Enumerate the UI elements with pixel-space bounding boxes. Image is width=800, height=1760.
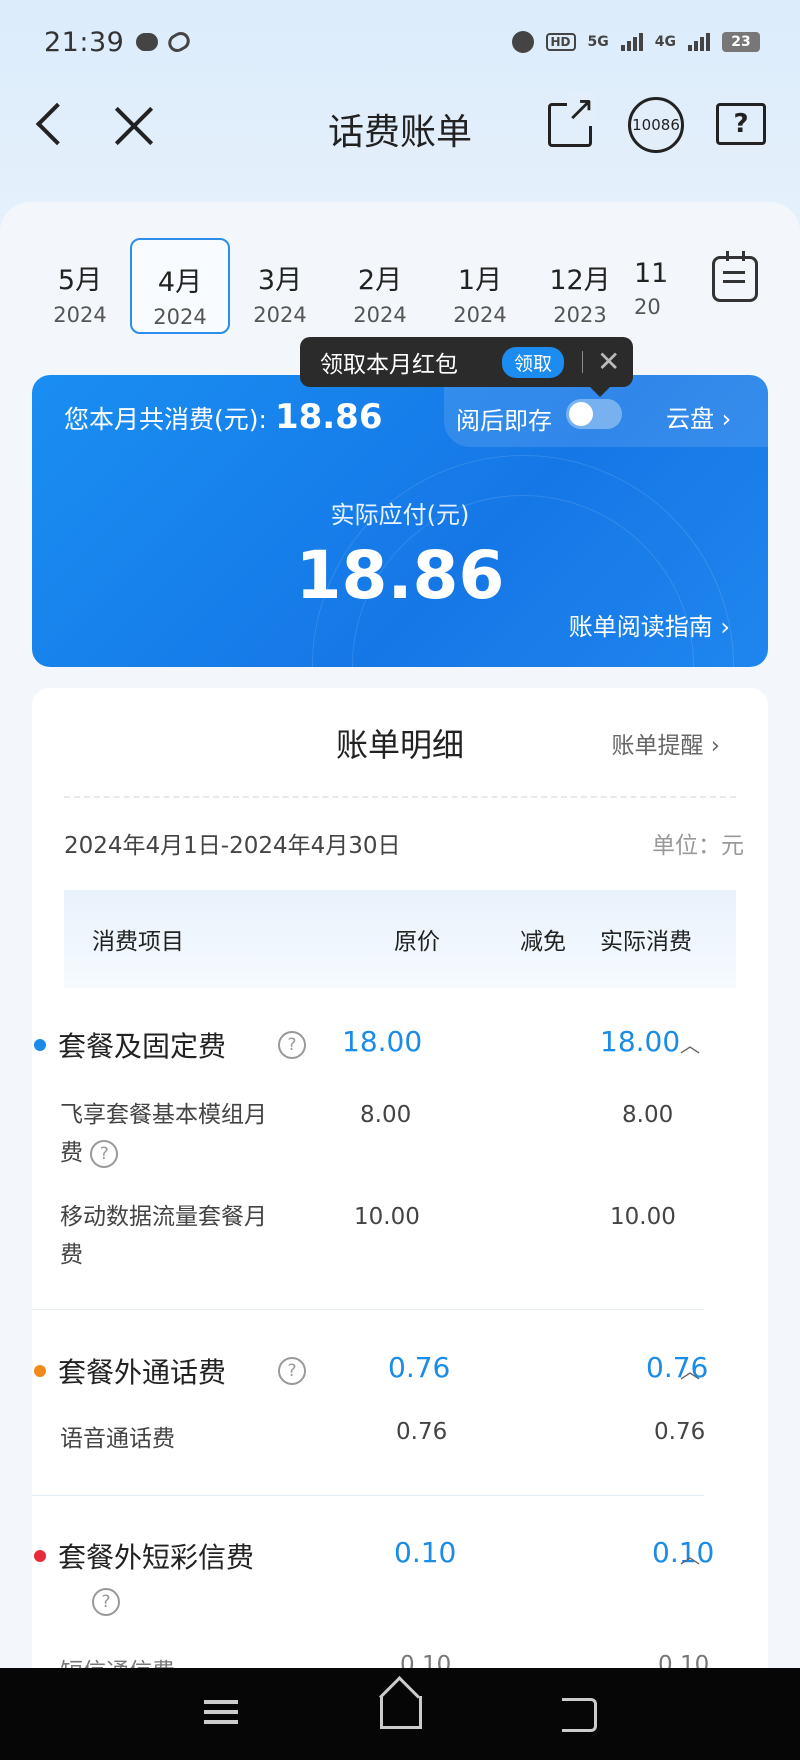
network-5g-label: 5G (587, 34, 609, 50)
share-icon[interactable] (548, 92, 595, 147)
chevron-up-icon[interactable]: ︿ (680, 1540, 700, 1569)
year-label: 2024 (453, 303, 507, 327)
bill-summary-card: 您本月共消费(元): 18.86 阅后即存 云盘 › 实际应付(元) 18.86 … (32, 375, 768, 667)
help-icon[interactable]: ? (278, 1357, 306, 1385)
message-icon (136, 33, 159, 51)
network-4g-label: 4G (654, 34, 676, 50)
help-icon[interactable]: ? (278, 1031, 306, 1059)
category-name: 套餐外通话费 (58, 1356, 227, 1389)
category-dot (34, 1365, 46, 1377)
help-icon[interactable]: ? (90, 1139, 119, 1168)
month-selector: 5月 2024 4月 2024 3月 2024 2月 2024 1月 2024 12月 20… (30, 238, 690, 338)
system-nav-bar (0, 1668, 800, 1760)
year-label: 2024 (253, 303, 307, 327)
help-icon[interactable]: ? (716, 103, 766, 145)
currency-unit: 单位：元 (652, 833, 744, 859)
month-tab[interactable]: 5月 2024 (30, 238, 130, 334)
item-name: 语音通话费 (60, 1426, 175, 1452)
category-row[interactable]: 套餐外短彩信费 0.10 0.10 ︿ (32, 1536, 714, 1576)
category-name: 套餐外短彩信费 (58, 1541, 255, 1574)
category-name: 套餐及固定费 (58, 1030, 227, 1063)
item-original: 10.00 (354, 1204, 420, 1230)
status-time: 21:39 (44, 26, 125, 58)
top-nav: 话费账单 10086 ? (0, 92, 800, 155)
total-value: 18.86 (274, 397, 383, 437)
billing-period: 2024年4月1日-2024年4月30日 (64, 833, 401, 859)
year-label: 2024 (153, 305, 207, 329)
item-original: 0.76 (396, 1419, 448, 1445)
category-dot (34, 1550, 46, 1562)
divider (32, 1309, 704, 1310)
month-label: 2月 (357, 265, 403, 296)
item-actual: 8.00 (622, 1102, 674, 1128)
red-packet-tooltip: 领取本月红包 领取 ✕ (300, 337, 633, 397)
year-label: 2024 (353, 303, 407, 327)
chevron-up-icon[interactable]: ︿ (680, 1029, 700, 1058)
link-icon (165, 28, 194, 56)
read-and-save-toggle[interactable] (566, 399, 622, 429)
divider (64, 796, 736, 798)
help-icon[interactable]: ? (92, 1588, 120, 1616)
battery-icon: 23 (722, 32, 760, 52)
category-actual: 18.00 (600, 1025, 681, 1058)
bill-guide-link[interactable]: 账单阅读指南 › (569, 607, 730, 642)
category-row[interactable]: 套餐及固定费 ? 18.00 18.00 ︿ (32, 1025, 704, 1065)
month-label: 3月 (257, 265, 303, 296)
item-actual: 10.00 (610, 1204, 676, 1230)
alarm-icon (511, 31, 534, 53)
year-label: 2023 (553, 303, 607, 327)
total-label: 您本月共消费(元): (64, 405, 267, 434)
month-tab[interactable]: 1月 2024 (430, 238, 530, 334)
amount-due-value: 18.86 (295, 537, 505, 614)
month-tab[interactable]: 12月 2023 (530, 238, 630, 334)
month-label: 1月 (457, 265, 503, 296)
divider (32, 1495, 704, 1496)
hd-icon: HD (545, 33, 576, 51)
table-header: 消费项目 原价 减免 实际消费 (64, 890, 736, 988)
signal-icon (620, 33, 643, 51)
signal-icon (688, 33, 710, 51)
month-label: 4月 (157, 267, 203, 298)
category-original: 0.10 (394, 1536, 457, 1569)
calendar-icon[interactable] (712, 251, 758, 302)
amount-due-label: 实际应付(元) (330, 501, 470, 529)
customer-service-icon[interactable]: 10086 (628, 97, 684, 153)
item-name: 飞享套餐基本模组月费 ? (60, 1102, 267, 1168)
month-label: 12月 (549, 265, 611, 296)
category-original: 18.00 (342, 1025, 423, 1058)
column-header-item: 消费项目 (92, 929, 184, 955)
month-label: 5月 (57, 265, 103, 296)
category-original: 0.76 (388, 1351, 451, 1384)
menu-icon[interactable] (204, 1700, 238, 1704)
cloud-drive-link[interactable]: 云盘 › (666, 399, 731, 434)
column-header-discount: 减免 (520, 929, 566, 955)
month-fade (660, 238, 700, 338)
item-name: 移动数据流量套餐月费 (60, 1204, 267, 1268)
category-dot (34, 1039, 46, 1051)
home-icon[interactable] (380, 1696, 422, 1729)
divider (582, 351, 584, 373)
month-tab-selected[interactable]: 4月 2024 (130, 238, 230, 334)
read-and-save-label: 阅后即存 (456, 407, 552, 435)
back-icon[interactable] (562, 1698, 597, 1732)
item-original: 8.00 (360, 1102, 412, 1128)
claim-button[interactable]: 领取 (502, 346, 565, 378)
year-label: 2024 (53, 303, 107, 327)
monthly-total: 您本月共消费(元): 18.86 (64, 397, 382, 437)
category-row[interactable]: 套餐外通话费 ? 0.76 0.76 ︿ (32, 1351, 708, 1391)
month-tab[interactable]: 3月 2024 (230, 238, 330, 334)
tooltip-text: 领取本月红包 (320, 352, 458, 378)
chevron-up-icon[interactable]: ︿ (680, 1355, 700, 1384)
month-tab[interactable]: 2月 2024 (330, 238, 430, 334)
bill-reminder-link[interactable]: 账单提醒 › (611, 726, 720, 760)
item-actual: 0.76 (654, 1419, 706, 1445)
status-bar: 21:39 HD 5G 4G 23 (44, 22, 760, 62)
column-header-original: 原价 (394, 929, 440, 955)
close-icon[interactable]: ✕ (597, 348, 620, 376)
column-header-actual: 实际消费 (600, 929, 692, 955)
